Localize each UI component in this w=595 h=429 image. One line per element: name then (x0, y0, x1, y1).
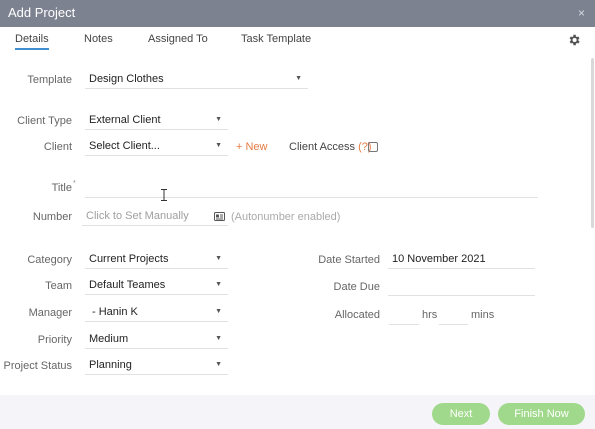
client-select[interactable]: Select Client... ▼ (85, 136, 228, 156)
priority-label: Priority (37, 334, 72, 346)
client-access-checkbox[interactable] (368, 142, 378, 152)
manager-select[interactable]: - Hanin K ▼ (85, 302, 228, 322)
tab-notes[interactable]: Notes (84, 33, 113, 45)
team-select[interactable]: Default Teames ▼ (85, 275, 228, 295)
next-button[interactable]: Next (432, 403, 490, 425)
number-label: Number (32, 211, 72, 223)
chevron-down-icon: ▼ (215, 255, 222, 262)
date-started-value: 10 November 2021 (392, 253, 486, 265)
allocated-minutes-input[interactable] (439, 305, 468, 325)
date-due-input[interactable] (388, 276, 535, 296)
client-label: Client (43, 141, 72, 153)
new-client-link[interactable]: + New (236, 141, 268, 153)
template-select[interactable]: Design Clothes ▼ (85, 69, 308, 89)
title-label: Title (51, 182, 72, 194)
project-status-value: Planning (89, 359, 132, 371)
allocated-hours-input[interactable] (389, 305, 419, 325)
minutes-unit: mins (471, 309, 495, 321)
client-type-label: Client Type (17, 115, 72, 127)
date-started-label: Date Started (318, 254, 380, 266)
client-type-value: External Client (89, 114, 161, 126)
date-started-input[interactable]: 10 November 2021 (388, 249, 535, 269)
chevron-down-icon: ▼ (215, 281, 222, 288)
title-input[interactable] (85, 178, 538, 198)
client-access-label: Client Access (?) (289, 141, 372, 153)
tab-task-template[interactable]: Task Template (241, 33, 311, 45)
number-placeholder: Click to Set Manually (86, 210, 189, 222)
title-bar: Add Project × (0, 0, 595, 27)
client-value: Select Client... (89, 140, 160, 152)
project-status-select[interactable]: Planning ▼ (85, 355, 228, 375)
category-select[interactable]: Current Projects ▼ (85, 249, 228, 269)
id-card-icon[interactable] (214, 212, 225, 221)
project-status-label: Project Status (3, 360, 72, 372)
chevron-down-icon: ▼ (295, 75, 302, 82)
scrollbar[interactable] (591, 58, 594, 228)
gear-icon[interactable] (567, 33, 581, 47)
client-type-select[interactable]: External Client ▼ (85, 110, 228, 130)
autonumber-note: (Autonumber enabled) (231, 211, 341, 223)
manager-value: - Hanin K (92, 306, 138, 318)
date-due-label: Date Due (333, 281, 380, 293)
category-label: Category (27, 254, 72, 266)
number-input[interactable]: Click to Set Manually (82, 206, 228, 226)
chevron-down-icon: ▼ (215, 308, 222, 315)
text-cursor-icon (161, 189, 167, 201)
chevron-down-icon: ▼ (215, 335, 222, 342)
close-icon[interactable]: × (578, 6, 585, 20)
tab-assigned-to[interactable]: Assigned To (148, 33, 208, 45)
tab-bar: Details Notes Assigned To Task Template (0, 27, 595, 53)
finish-now-button[interactable]: Finish Now (498, 403, 585, 425)
team-value: Default Teames (89, 279, 166, 291)
chevron-down-icon: ▼ (215, 142, 222, 149)
dialog-title: Add Project (8, 5, 76, 20)
template-value: Design Clothes (89, 73, 164, 85)
allocated-label: Allocated (334, 309, 380, 321)
priority-select[interactable]: Medium ▼ (85, 329, 228, 349)
manager-label: Manager (28, 307, 72, 319)
priority-value: Medium (89, 333, 129, 345)
team-label: Team (45, 280, 72, 292)
category-value: Current Projects (89, 253, 169, 265)
tab-details[interactable]: Details (15, 33, 49, 50)
chevron-down-icon: ▼ (215, 116, 222, 123)
required-mark: * (73, 180, 76, 187)
hours-unit: hrs (422, 309, 438, 321)
chevron-down-icon: ▼ (215, 361, 222, 368)
client-access-text: Client Access (289, 141, 356, 153)
template-label: Template (27, 74, 72, 86)
